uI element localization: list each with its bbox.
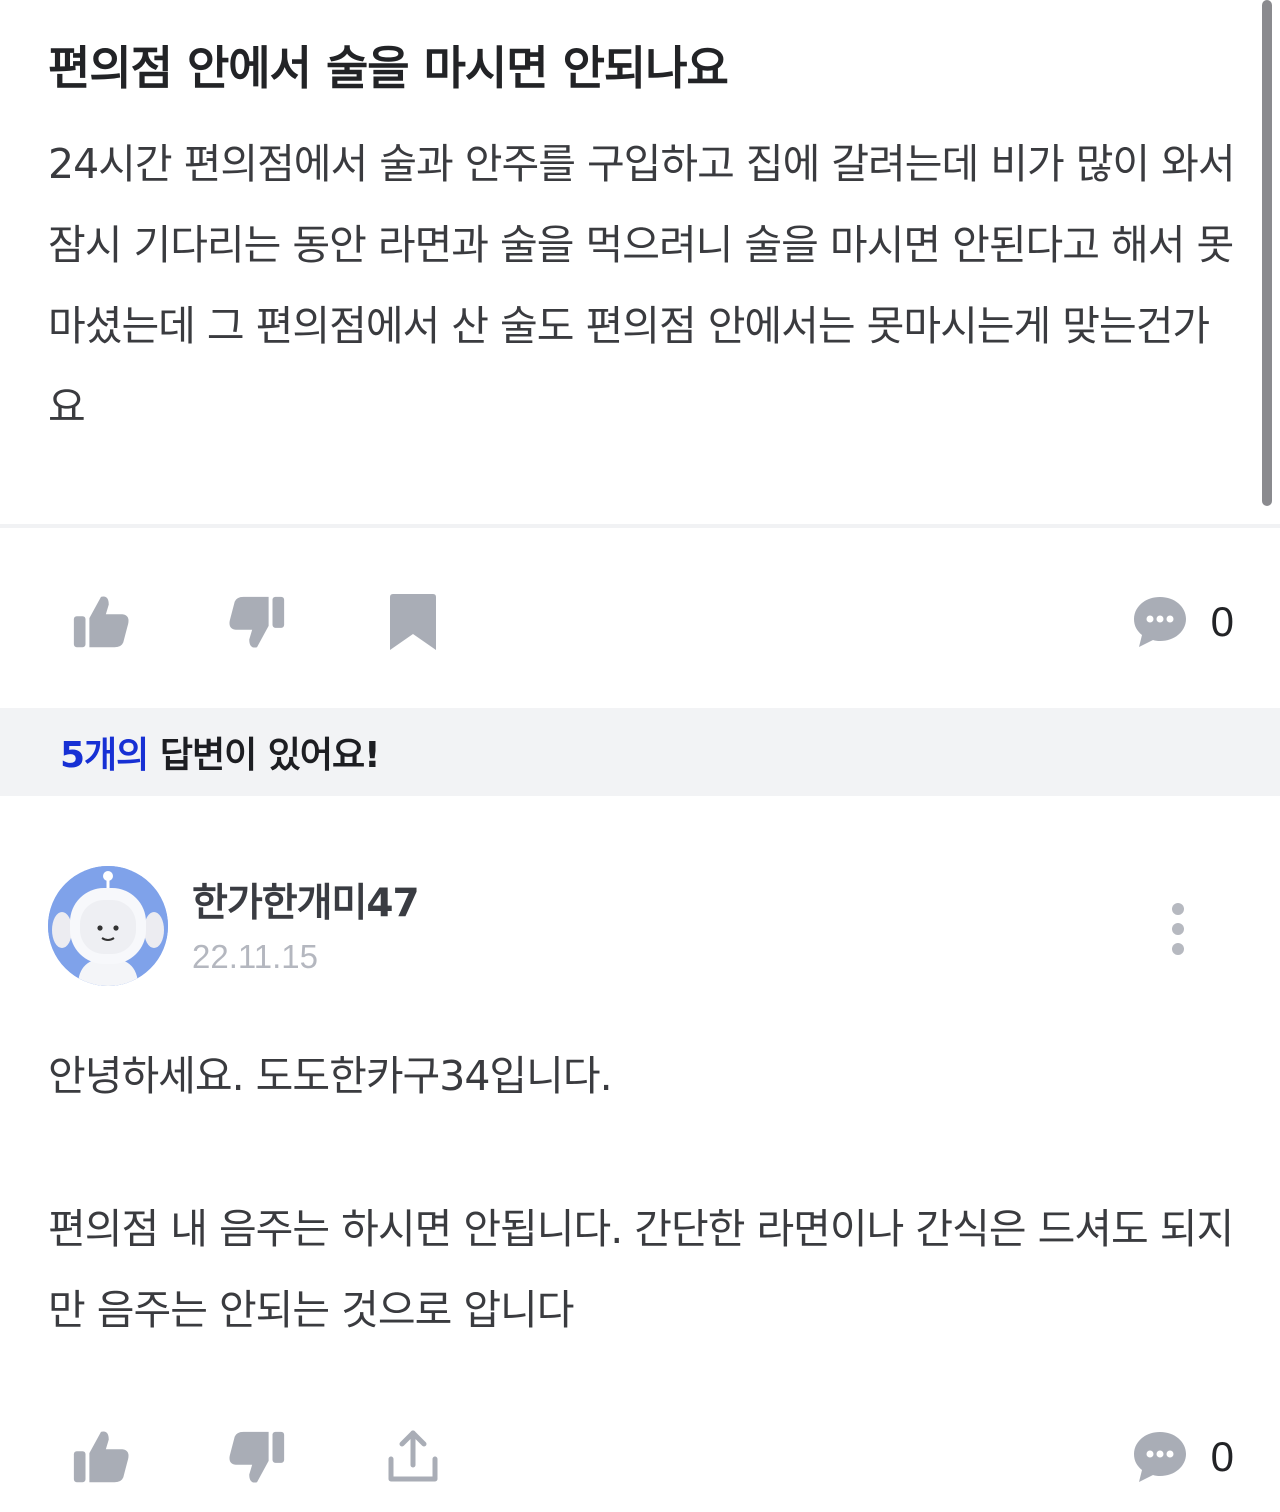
thumbs-up-icon xyxy=(73,1431,129,1483)
scrollbar[interactable] xyxy=(1262,0,1272,506)
answer-date: 22.11.15 xyxy=(192,938,319,975)
more-vertical-icon-dot xyxy=(1172,903,1184,915)
share-button[interactable] xyxy=(378,1422,448,1492)
question-comment-count: 0 xyxy=(1210,598,1234,645)
avatar[interactable] xyxy=(48,866,168,986)
answer-author-name[interactable]: 한가한개미47 xyxy=(192,872,420,928)
thumbs-down-icon xyxy=(229,1431,285,1483)
more-options-button[interactable] xyxy=(1160,894,1196,964)
answers-count-banner: 5개의 답변이 있어요! xyxy=(0,708,1280,796)
answer-comments-button[interactable]: 0 xyxy=(1131,1422,1234,1492)
question-title: 편의점 안에서 술을 마시면 안되나요 xyxy=(48,41,729,95)
answers-banner-suffix: 답변이 있어요! xyxy=(148,735,381,776)
answer-action-bar: 0 xyxy=(0,1410,1280,1500)
like-button[interactable] xyxy=(66,1422,136,1492)
question-body: 24시간 편의점에서 술과 안주를 구입하고 집에 갈려는데 비가 많이 와서 … xyxy=(48,140,1236,431)
bookmark-button[interactable] xyxy=(378,587,448,657)
thumbs-down-icon xyxy=(229,596,285,648)
thumbs-up-icon xyxy=(73,596,129,648)
answer-text: 편의점 내 음주는 하시면 안됩니다. 간단한 라면이나 간식은 드셔도 되지만… xyxy=(48,1205,1234,1334)
comment-bubble-icon xyxy=(1133,1432,1186,1482)
bookmark-icon xyxy=(390,594,436,650)
more-vertical-icon-dot xyxy=(1172,943,1184,955)
more-vertical-icon-dot xyxy=(1172,923,1184,935)
dislike-button[interactable] xyxy=(222,587,292,657)
dislike-button[interactable] xyxy=(222,1422,292,1492)
question-section: 편의점 안에서 술을 마시면 안되나요 24시간 편의점에서 술과 안주를 구입… xyxy=(48,30,1238,448)
comment-bubble-icon xyxy=(1133,597,1186,647)
answers-banner-text: 5개의 답변이 있어요! xyxy=(60,726,381,778)
robot-avatar-icon xyxy=(48,866,168,986)
qa-page: 편의점 안에서 술을 마시면 안되나요 24시간 편의점에서 술과 안주를 구입… xyxy=(0,0,1280,1512)
question-comments-button[interactable]: 0 xyxy=(1131,587,1234,657)
question-action-bar: 0 xyxy=(0,575,1280,665)
answer-greeting: 안녕하세요. 도도한카구34입니다. xyxy=(48,1052,613,1100)
answers-count: 5개의 xyxy=(60,735,149,776)
share-icon xyxy=(388,1430,438,1482)
like-button[interactable] xyxy=(66,587,136,657)
answer-comment-count: 0 xyxy=(1210,1433,1234,1480)
answer-header: 한가한개미47 22.11.15 xyxy=(48,866,1238,988)
answer-body: 안녕하세요. 도도한카구34입니다. 편의점 내 음주는 하시면 안됩니다. 간… xyxy=(48,1036,1243,1351)
divider xyxy=(0,524,1280,528)
